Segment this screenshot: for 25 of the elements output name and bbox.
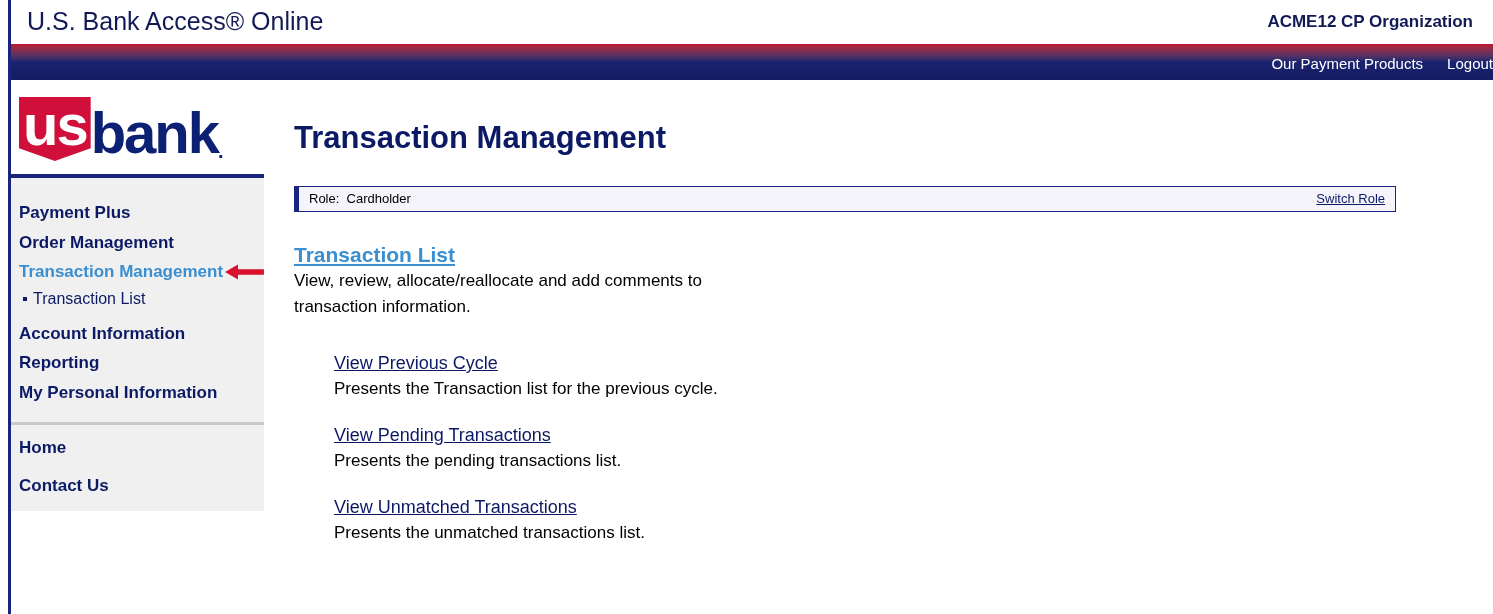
link-description: Presents the unmatched transactions list. <box>334 522 646 544</box>
page-title: Transaction Management <box>294 120 668 156</box>
sidebar-item[interactable]: Home <box>19 435 264 461</box>
view-link[interactable]: View Pending Transactions <box>334 422 551 448</box>
view-link[interactable]: View Previous Cycle <box>334 350 498 376</box>
sidebar-item[interactable]: Payment Plus <box>19 200 131 226</box>
sidebar-subitem[interactable]: Transaction List <box>19 286 264 311</box>
sidebar-item[interactable]: Account Information <box>19 320 186 346</box>
role-label: Role: Cardholder <box>309 190 411 209</box>
nav-link[interactable]: Logout <box>1447 52 1493 76</box>
section-description: View, review, allocate/reallocate and add comments to transaction information. <box>294 270 703 318</box>
sidebar-item[interactable]: Contact Us <box>19 472 264 498</box>
switch-role-link[interactable]: Switch Role <box>1316 189 1385 209</box>
nav-link[interactable]: Our Payment Products <box>1271 52 1424 76</box>
view-link[interactable]: View Unmatched Transactions <box>334 494 577 520</box>
sidebar-item[interactable]: Order Management <box>19 229 174 255</box>
sidebar-item[interactable]: Reporting <box>19 350 100 376</box>
link-description: Presents the pending transactions list. <box>334 450 623 472</box>
sidebar-item[interactable]: My Personal Information <box>19 379 218 405</box>
bullet-icon <box>23 296 27 301</box>
link-description: Presents the Transaction list for the previous cycle. <box>334 378 719 400</box>
bank-logo: usbank. <box>19 97 224 161</box>
app-title: U.S. Bank Access® Online <box>27 6 324 38</box>
arrow-icon <box>225 263 264 280</box>
organization-name: ACME12 CP Organization <box>1267 11 1474 34</box>
